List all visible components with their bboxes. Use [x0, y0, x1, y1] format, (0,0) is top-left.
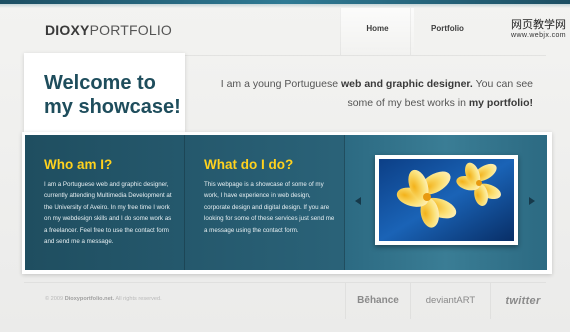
- welcome-card: Welcome to my showcase!: [24, 53, 185, 132]
- image-slider: [345, 135, 547, 270]
- copyright-pre: © 2009: [45, 296, 65, 302]
- services-title: What do I do?: [204, 157, 294, 172]
- watermark-url: www.webjx.com: [511, 32, 566, 39]
- arrow-right-icon[interactable]: [529, 197, 535, 205]
- copyright-site: Dioxyportfolio.net.: [64, 296, 115, 302]
- watermark-cn: 网页教学网: [511, 18, 566, 31]
- slider-image-frame: [375, 155, 518, 245]
- logo-rest: PORTFOLIO: [89, 22, 173, 38]
- copyright-post: All rights reserved.: [114, 296, 162, 302]
- nav-home[interactable]: Home: [340, 8, 414, 55]
- intro-part1: I am a young Portuguese: [220, 78, 341, 90]
- services-column: What do I do? This webpage is a showcase…: [185, 135, 345, 270]
- feature-panel: Who am I? I am a Portuguese web and grap…: [25, 135, 547, 270]
- intro-text: I am a young Portuguese web and graphic …: [200, 75, 533, 113]
- plumeria-flower-image: [379, 159, 514, 241]
- copyright: © 2009 Dioxyportfolio.net. All rights re…: [45, 296, 162, 302]
- watermark: 网页教学网 www.webjx.com: [486, 18, 570, 44]
- arrow-left-icon[interactable]: [355, 197, 361, 205]
- about-title: Who am I?: [44, 157, 113, 172]
- intro-part4: my portfolio!: [468, 97, 533, 109]
- welcome-title: Welcome to my showcase!: [44, 71, 185, 119]
- twitter-link[interactable]: twitter: [490, 283, 555, 319]
- intro-part2: web and graphic designer.: [340, 78, 473, 90]
- about-column: Who am I? I am a Portuguese web and grap…: [25, 135, 185, 270]
- logo-bold: DIOXY: [45, 22, 90, 38]
- welcome-title-line2: my showcase!: [44, 96, 181, 118]
- header: DIOXYPORTFOLIO Home Portfolio 网页教学网 www.…: [0, 8, 570, 55]
- about-text: I am a Portuguese web and graphic design…: [44, 181, 172, 246]
- welcome-title-line1: Welcome to: [44, 72, 156, 94]
- deviantart-link[interactable]: deviantART: [410, 283, 490, 319]
- behance-link[interactable]: Bēhance: [345, 283, 410, 319]
- feature-panel-frame: Who am I? I am a Portuguese web and grap…: [22, 132, 552, 274]
- logo[interactable]: DIOXYPORTFOLIO: [45, 22, 172, 38]
- services-text: This webpage is a showcase of some of my…: [204, 181, 335, 234]
- nav-portfolio[interactable]: Portfolio: [410, 8, 484, 55]
